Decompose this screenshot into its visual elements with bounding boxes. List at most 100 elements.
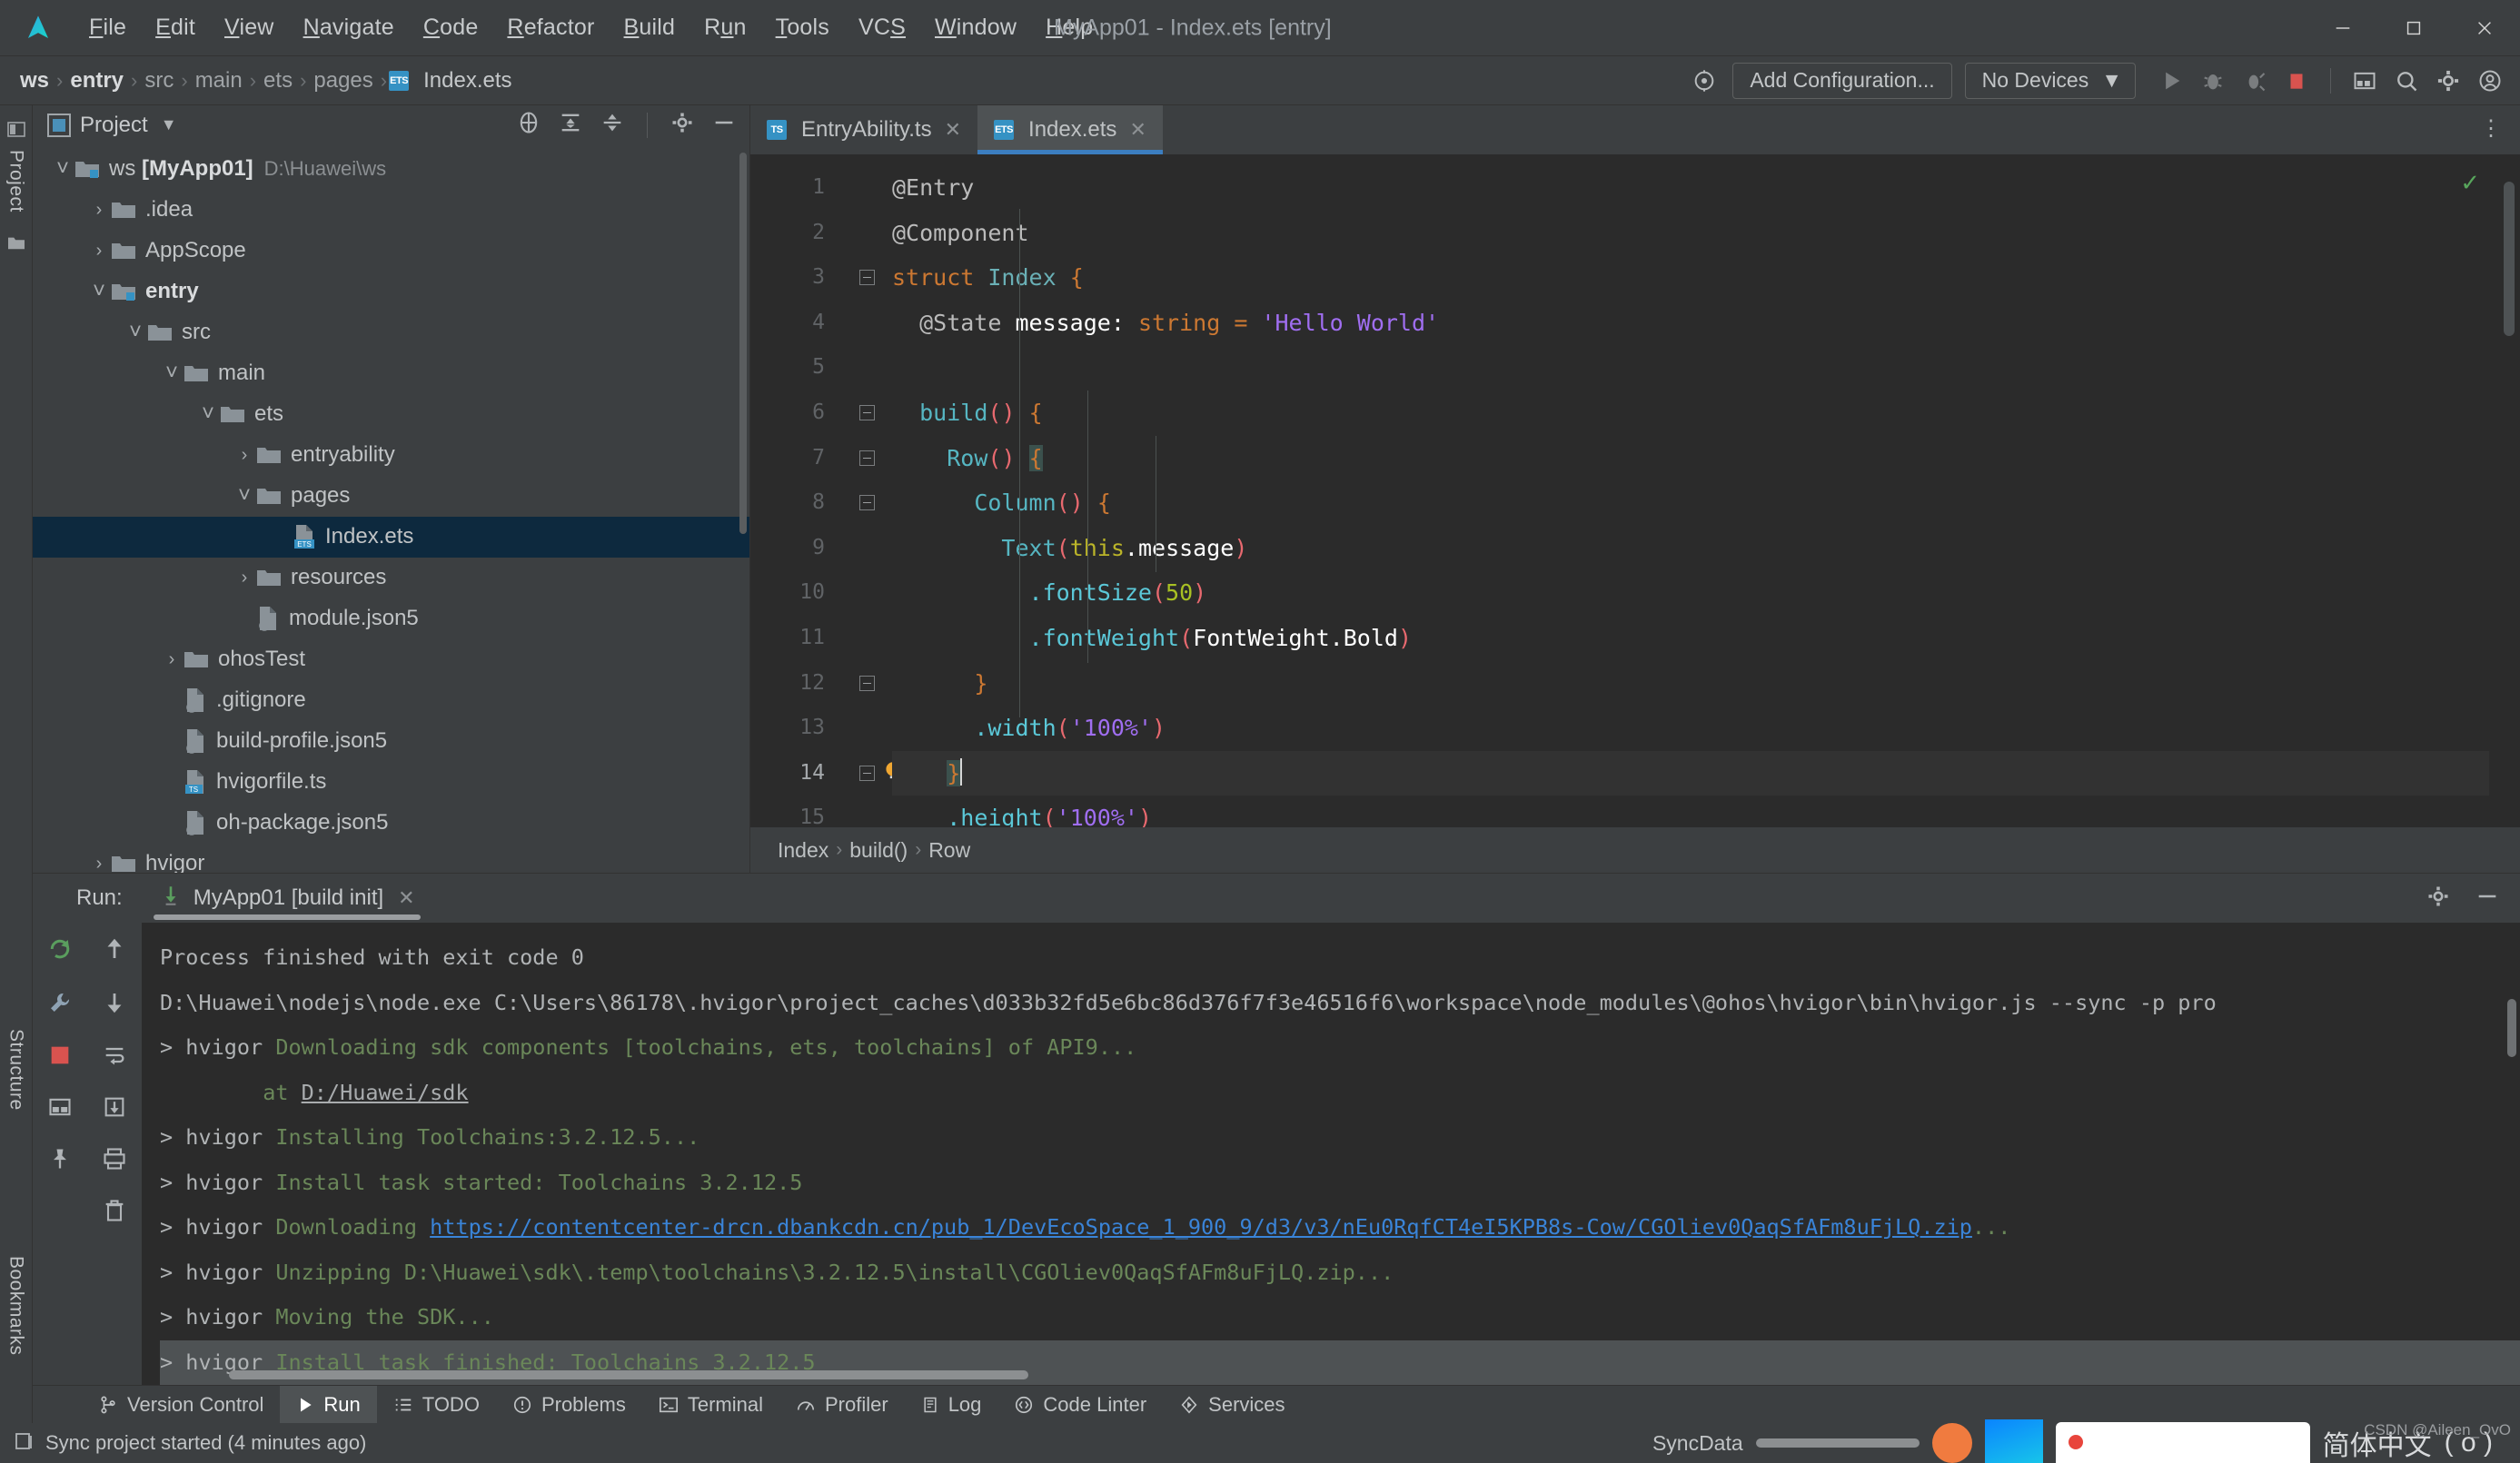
code-line[interactable]: Column() { <box>892 480 2520 526</box>
tree-node[interactable]: ›entryability <box>33 435 749 476</box>
event-log-icon[interactable] <box>13 1430 35 1457</box>
gear-icon[interactable] <box>2426 884 2451 914</box>
rail-label-bookmarks[interactable]: Bookmarks <box>5 1256 27 1356</box>
chevron-down-icon[interactable]: ˅ <box>124 320 147 345</box>
project-tree[interactable]: ˅ws [MyApp01]D:\Huawei\ws›.idea›AppScope… <box>33 145 749 873</box>
code-line[interactable]: Text(this.message) <box>892 526 2520 571</box>
tool-window-button-terminal[interactable]: Terminal <box>642 1386 779 1424</box>
soft-wrap-icon[interactable] <box>102 1043 127 1073</box>
tree-node[interactable]: ˅src <box>33 312 749 353</box>
console-output[interactable]: Process finished with exit code 0D:\Huaw… <box>142 923 2520 1385</box>
tree-node[interactable]: ›resources <box>33 558 749 598</box>
tree-scrollbar[interactable] <box>739 153 747 534</box>
fold-marker[interactable] <box>841 436 892 481</box>
breadcrumb-ws[interactable]: ws <box>15 68 55 94</box>
chevron-right-icon[interactable]: › <box>233 568 256 588</box>
tool-window-button-services[interactable]: Services <box>1163 1386 1301 1424</box>
rail-label-structure[interactable]: Structure <box>5 1029 27 1111</box>
editor-scrollbar-thumb[interactable] <box>2504 182 2515 336</box>
tree-node[interactable]: .gitignore <box>33 680 749 721</box>
expand-all-icon[interactable] <box>558 110 583 140</box>
ime-panel[interactable] <box>2056 1422 2310 1463</box>
console-vscrollbar[interactable] <box>2507 999 2516 1057</box>
code-line[interactable]: .fontSize(50) <box>892 570 2520 616</box>
print-icon[interactable] <box>102 1146 127 1176</box>
export-icon[interactable] <box>102 1094 127 1124</box>
settings-icon[interactable] <box>2435 67 2462 94</box>
menu-refactor[interactable]: Refactor <box>492 9 609 46</box>
fold-gutter[interactable] <box>841 154 892 827</box>
editor-breadcrumb-row[interactable]: Row <box>928 838 970 863</box>
console-text[interactable]: D:/Huawei/sdk <box>302 1080 469 1105</box>
debug-icon[interactable] <box>2199 67 2227 94</box>
tool-window-button-log[interactable]: Log <box>905 1386 998 1424</box>
rail-label-project[interactable]: Project <box>5 150 27 213</box>
scroll-down-icon[interactable] <box>101 989 128 1021</box>
tree-node[interactable]: {}module.json5 <box>33 598 749 639</box>
chevron-right-icon[interactable]: › <box>87 200 111 221</box>
menu-window[interactable]: Window <box>920 9 1031 46</box>
inspection-status-icon[interactable]: ✓ <box>2460 169 2480 197</box>
tree-node[interactable]: ›hvigor <box>33 844 749 873</box>
hide-panel-icon[interactable] <box>711 110 737 140</box>
tree-node[interactable]: ›.idea <box>33 190 749 231</box>
fold-marker[interactable] <box>841 390 892 436</box>
chevron-right-icon[interactable]: › <box>87 241 111 262</box>
tool-window-button-run[interactable]: Run <box>280 1386 376 1424</box>
fold-marker[interactable] <box>841 751 892 796</box>
run-configuration-tab[interactable]: MyApp01 [build init] ✕ <box>154 874 421 923</box>
chevron-right-icon[interactable]: › <box>233 445 256 466</box>
tool-window-button-code-linter[interactable]: Code Linter <box>997 1386 1163 1424</box>
scroll-up-icon[interactable] <box>101 935 128 967</box>
chevron-down-icon[interactable]: ˅ <box>160 361 184 386</box>
tree-node[interactable]: ˅pages <box>33 476 749 517</box>
tree-node[interactable]: ›ohosTest <box>33 639 749 680</box>
close-icon[interactable]: ✕ <box>1129 118 1146 142</box>
fold-marker[interactable] <box>841 661 892 707</box>
tree-node[interactable]: ›AppScope <box>33 231 749 272</box>
code-line[interactable]: } <box>892 751 2520 796</box>
stop-icon[interactable] <box>2283 67 2310 94</box>
minimize-button[interactable] <box>2307 0 2378 56</box>
breadcrumb-ets[interactable]: ets <box>258 68 298 94</box>
hide-panel-icon[interactable] <box>2475 884 2500 914</box>
fold-marker[interactable] <box>841 255 892 301</box>
fold-marker[interactable] <box>841 480 892 526</box>
menu-file[interactable]: File <box>74 9 141 46</box>
menu-code[interactable]: Code <box>409 9 493 46</box>
code-line[interactable]: .height('100%') <box>892 796 2520 827</box>
code-line[interactable]: struct Index { <box>892 255 2520 301</box>
breadcrumb-entry[interactable]: entry <box>64 68 129 94</box>
console-hscrollbar[interactable] <box>229 1370 1028 1379</box>
close-button[interactable] <box>2449 0 2520 56</box>
code-line[interactable]: @Entry <box>892 165 2520 211</box>
collapse-all-icon[interactable] <box>600 110 625 140</box>
tool-window-button-problems[interactable]: Problems <box>496 1386 642 1424</box>
tree-node-selected[interactable]: ETSIndex.ets <box>33 517 749 558</box>
menu-tools[interactable]: Tools <box>761 9 844 46</box>
menu-edit[interactable]: Edit <box>141 9 210 46</box>
close-icon[interactable]: ✕ <box>945 118 961 142</box>
favorites-rail-icon[interactable] <box>6 234 26 255</box>
grid-icon[interactable] <box>47 1094 73 1124</box>
tree-node[interactable]: {}oh-package.json5 <box>33 803 749 844</box>
tree-node[interactable]: ˅ws [MyApp01]D:\Huawei\ws <box>33 149 749 190</box>
code-line[interactable]: @State message: string = 'Hello World' <box>892 301 2520 346</box>
chevron-down-icon[interactable]: ˅ <box>51 156 74 182</box>
run-coverage-icon[interactable] <box>2241 67 2268 94</box>
code-line[interactable]: .fontWeight(FontWeight.Bold) <box>892 616 2520 661</box>
target-device-icon[interactable] <box>1689 65 1720 96</box>
editor-tab-index[interactable]: ETS Index.ets ✕ <box>977 105 1163 154</box>
code-line[interactable]: build() { <box>892 390 2520 436</box>
code-line[interactable]: .width('100%') <box>892 706 2520 751</box>
code-content[interactable]: @Entry@Componentstruct Index { @State me… <box>892 154 2520 827</box>
tool-window-button-todo[interactable]: TODO <box>377 1386 496 1424</box>
tree-node[interactable]: ˅main <box>33 353 749 394</box>
menu-view[interactable]: View <box>210 9 289 46</box>
maximize-button[interactable] <box>2378 0 2449 56</box>
code-editor[interactable]: 1234567891011121314151617 @Entry@Compone… <box>750 154 2520 827</box>
close-icon[interactable]: ✕ <box>398 886 414 910</box>
menu-run[interactable]: Run <box>690 9 760 46</box>
code-line[interactable] <box>892 345 2520 390</box>
tray-blue-icon[interactable] <box>1985 1419 2043 1463</box>
